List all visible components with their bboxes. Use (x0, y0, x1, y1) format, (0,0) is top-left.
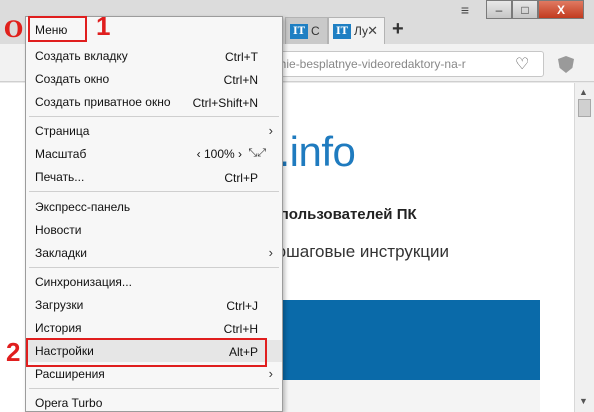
annotation-box-settings (26, 338, 267, 367)
menu-item-label: Opera Turbo (35, 396, 103, 410)
tab-favicon-icon: IT (290, 23, 308, 39)
scroll-up-icon[interactable]: ▲ (579, 87, 588, 97)
close-window-button[interactable]: X (538, 0, 584, 19)
minimize-button[interactable]: – (486, 0, 512, 19)
scroll-down-icon[interactable]: ▼ (579, 396, 588, 406)
stash-menu-icon[interactable]: ≡ (456, 0, 474, 19)
menu-item-shortcut: Ctrl+Shift+N (192, 96, 258, 110)
menu-item-label: Закладки (35, 246, 87, 260)
heart-icon[interactable]: ♡ (515, 54, 529, 74)
scroll-thumb[interactable] (578, 99, 591, 117)
url-input[interactable]: chshie-besplatnye-videoredaktory-na-r (250, 51, 544, 77)
menu-item-label: Синхронизация... (35, 275, 132, 289)
menu-item-zoom[interactable]: Масштаб ‹ 100% › ⤡⤢ (26, 143, 282, 165)
menu-item-history[interactable]: История Ctrl+H (26, 317, 282, 339)
window-controls: ≡ – □ X (456, 0, 594, 20)
blue-banner (250, 300, 540, 380)
menu-item-label: Экспресс-панель (35, 200, 131, 214)
menu-item-opera-turbo[interactable]: Opera Turbo (26, 392, 282, 412)
menu-separator (29, 191, 279, 192)
menu-item-shortcut: Ctrl+J (226, 299, 258, 313)
menu-separator (29, 267, 279, 268)
tab-2[interactable]: IT Лу ✕ (328, 17, 385, 44)
menu-item-shortcut: Ctrl+T (225, 50, 258, 64)
fullscreen-icon[interactable]: ⤡⤢ (248, 147, 266, 160)
chevron-right-icon: › (268, 245, 273, 260)
annotation-box-menu (28, 16, 87, 42)
menu-item-speed-dial[interactable]: Экспресс-панель (26, 196, 282, 218)
menu-item-label: Страница (35, 124, 90, 138)
shield-icon[interactable] (558, 56, 574, 73)
menu-item-label: Расширения (35, 367, 105, 381)
menu-item-shortcut: Ctrl+H (223, 322, 258, 336)
tab-1[interactable]: IT С (285, 17, 328, 44)
chevron-right-icon: › (268, 123, 273, 138)
site-description: , пошаговые инструкции (258, 242, 450, 261)
menu-item-shortcut: Ctrl+N (223, 73, 258, 87)
page-footer-area (250, 380, 540, 412)
chevron-right-icon: › (268, 366, 273, 381)
zoom-control[interactable]: ‹ 100% › (197, 147, 242, 161)
maximize-button[interactable]: □ (512, 0, 538, 19)
menu-item-downloads[interactable]: Загрузки Ctrl+J (26, 294, 282, 316)
menu-item-label: Новости (35, 223, 82, 237)
menu-item-label: Масштаб (35, 147, 87, 161)
opera-logo-icon[interactable]: O (4, 19, 26, 41)
tab-favicon-icon: IT (333, 23, 351, 39)
menu-item-print[interactable]: Печать... Ctrl+P (26, 166, 282, 188)
close-tab-icon[interactable]: ✕ (367, 23, 378, 39)
new-tab-button[interactable]: + (392, 18, 404, 41)
menu-item-new-tab[interactable]: Создать вкладку Ctrl+T (26, 45, 282, 67)
annotation-number-2: 2 (6, 337, 21, 367)
menu-item-sync[interactable]: Синхронизация... (26, 271, 282, 293)
tab-title: Лу (354, 24, 369, 38)
menu-item-new-window[interactable]: Создать окно Ctrl+N (26, 68, 282, 90)
menu-item-page[interactable]: Страница › (26, 120, 282, 142)
tab-title: С (311, 24, 320, 38)
menu-item-shortcut: Ctrl+P (224, 171, 258, 185)
menu-separator (29, 116, 279, 117)
annotation-number-1: 1 (96, 11, 111, 41)
menu-item-bookmarks[interactable]: Закладки › (26, 242, 282, 264)
scrollbar[interactable]: ▲ ▼ (574, 83, 594, 412)
menu-separator (29, 388, 279, 389)
menu-item-news[interactable]: Новости (26, 219, 282, 241)
menu-item-private-window[interactable]: Создать приватное окно Ctrl+Shift+N (26, 91, 282, 113)
